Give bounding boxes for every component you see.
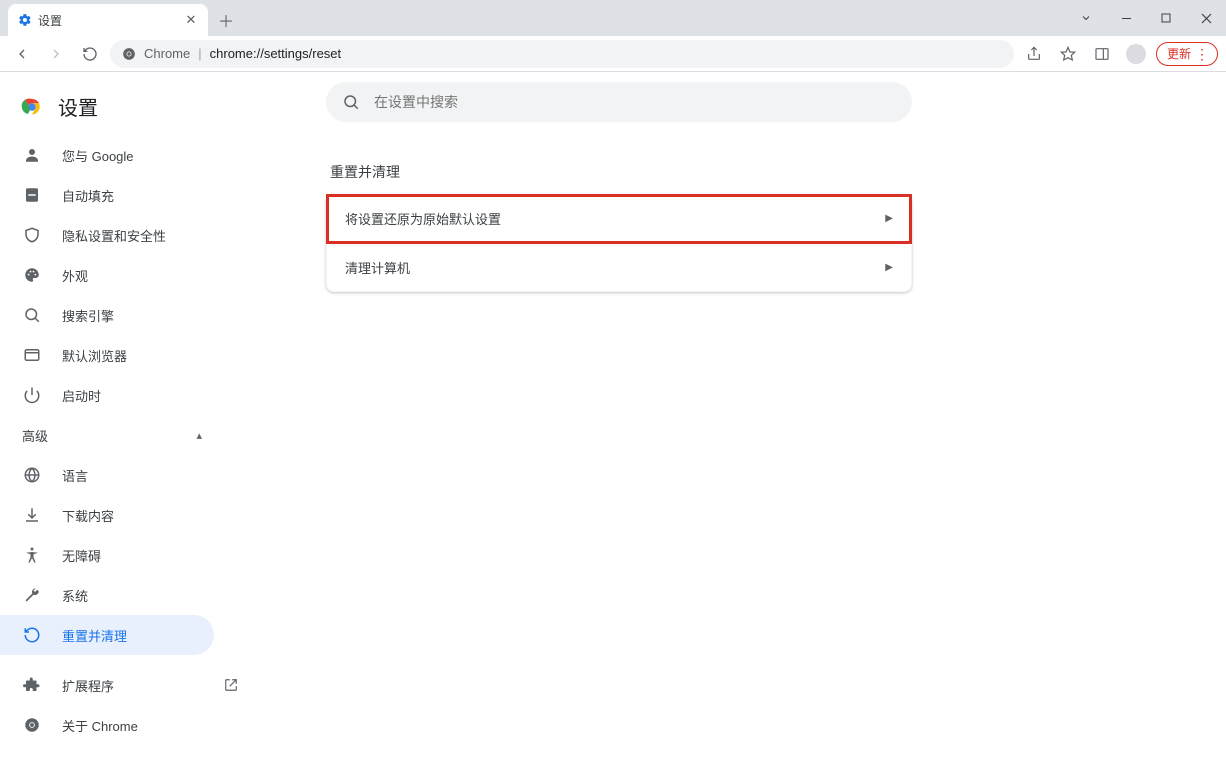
shield-icon [22,226,42,244]
sidebar-item-label: 自动填充 [62,186,114,205]
sidebar-item-label: 默认浏览器 [62,346,127,365]
browser-icon [22,346,42,364]
sidebar-item-search-engine[interactable]: 搜索引擎 [0,295,256,335]
new-tab-button[interactable]: ＋ [212,6,240,34]
download-icon [22,506,42,524]
person-icon [22,146,42,164]
sidebar-item-label: 语言 [62,466,88,485]
profile-avatar[interactable] [1122,40,1150,68]
chrome-mono-icon [22,716,42,734]
restore-icon [22,626,42,644]
chevron-up-icon: ▴ [196,429,202,442]
advanced-label: 高级 [22,426,48,445]
back-button[interactable] [8,40,36,68]
sidebar-advanced-toggle[interactable]: 高级 ▴ [0,415,256,455]
settings-sidebar: 设置 您与 Google 自动填充 隐私设置和安全性 外观 搜索引擎 默认浏览器 [0,72,256,775]
settings-search-input[interactable] [374,94,896,110]
tab-title: 设置 [38,12,178,29]
sidebar-item-label: 隐私设置和安全性 [62,226,166,245]
address-bar[interactable]: Chrome | chrome://settings/reset [110,40,1014,68]
power-icon [22,386,42,404]
sidebar-item-languages[interactable]: 语言 [0,455,256,495]
chevron-right-icon: ▶ [885,213,893,224]
sidebar-item-about[interactable]: 关于 Chrome [0,705,256,745]
minimize-button[interactable] [1106,3,1146,33]
search-icon [342,93,360,111]
settings-header: 设置 [0,86,256,135]
reload-button[interactable] [76,40,104,68]
sidebar-item-onstartup[interactable]: 启动时 [0,375,256,415]
open-external-icon [224,678,238,692]
row-cleanup-computer[interactable]: 清理计算机 ▶ [327,243,911,291]
sidebar-item-privacy[interactable]: 隐私设置和安全性 [0,215,256,255]
sidebar-item-default-browser[interactable]: 默认浏览器 [0,335,256,375]
row-label: 清理计算机 [345,258,410,277]
browser-tabbar: 设置 ✕ ＋ [0,0,1226,36]
sidebar-item-label: 关于 Chrome [62,716,138,735]
sidebar-item-system[interactable]: 系统 [0,575,256,615]
section-title: 重置并清理 [330,162,1226,182]
search-icon [22,306,42,324]
chevron-right-icon: ▶ [885,262,893,273]
sidebar-item-label: 您与 Google [62,146,134,165]
window-controls [1066,0,1226,36]
sidebar-item-downloads[interactable]: 下载内容 [0,495,256,535]
accessibility-icon [22,546,42,564]
maximize-button[interactable] [1146,3,1186,33]
update-label: 更新 [1167,45,1191,62]
address-product: Chrome [144,46,190,61]
update-button[interactable]: 更新 ⋮ [1156,42,1218,66]
sidebar-item-appearance[interactable]: 外观 [0,255,256,295]
sidebar-item-label: 外观 [62,266,88,285]
sidebar-item-label: 扩展程序 [62,676,114,695]
autofill-icon [22,186,42,204]
forward-button[interactable] [42,40,70,68]
settings-search[interactable] [326,82,912,122]
sidebar-item-extensions[interactable]: 扩展程序 [0,665,256,705]
browser-tab-active[interactable]: 设置 ✕ [8,4,208,36]
chevron-down-icon[interactable] [1066,3,1106,33]
close-window-button[interactable] [1186,3,1226,33]
extension-icon [22,676,42,694]
chrome-logo-icon [20,95,44,119]
address-url: chrome://settings/reset [210,46,342,61]
row-label: 将设置还原为原始默认设置 [345,209,501,228]
sidebar-item-label: 重置并清理 [62,626,127,645]
reset-card: 将设置还原为原始默认设置 ▶ 清理计算机 ▶ [326,194,912,292]
sidebar-item-accessibility[interactable]: 无障碍 [0,535,256,575]
sidebar-item-you-and-google[interactable]: 您与 Google [0,135,256,175]
side-panel-icon[interactable] [1088,40,1116,68]
globe-icon [22,466,42,484]
sidebar-item-autofill[interactable]: 自动填充 [0,175,256,215]
chrome-icon [122,47,136,61]
settings-title: 设置 [58,92,98,121]
gear-icon [18,13,32,27]
sidebar-item-label: 无障碍 [62,546,101,565]
menu-dots-icon: ⋮ [1195,47,1209,61]
sidebar-item-label: 系统 [62,586,88,605]
close-icon[interactable]: ✕ [184,12,198,28]
settings-main: 重置并清理 将设置还原为原始默认设置 ▶ 清理计算机 ▶ [256,72,1226,775]
bookmark-icon[interactable] [1054,40,1082,68]
address-separator: | [198,46,201,61]
share-icon[interactable] [1020,40,1048,68]
row-restore-defaults[interactable]: 将设置还原为原始默认设置 ▶ [327,195,911,243]
browser-toolbar: Chrome | chrome://settings/reset 更新 ⋮ [0,36,1226,72]
sidebar-item-label: 下载内容 [62,506,114,525]
sidebar-item-label: 搜索引擎 [62,306,114,325]
sidebar-item-label: 启动时 [62,386,101,405]
wrench-icon [22,586,42,604]
palette-icon [22,266,42,284]
sidebar-item-reset[interactable]: 重置并清理 [0,615,214,655]
